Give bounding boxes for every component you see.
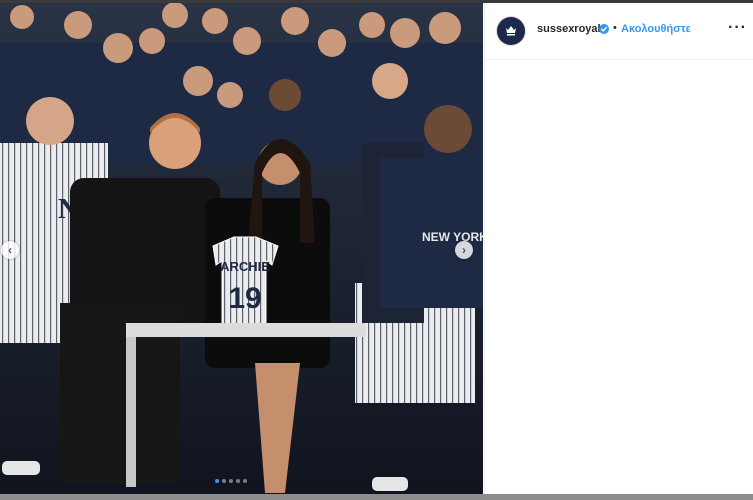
more-options-button[interactable]: ··· bbox=[728, 19, 747, 37]
bottom-border bbox=[0, 494, 753, 500]
carousel-dot bbox=[222, 479, 226, 483]
carousel-indicator bbox=[215, 479, 247, 483]
jersey-name: ARCHIE bbox=[220, 259, 270, 274]
verified-badge-icon bbox=[599, 24, 609, 34]
jersey-number: 19 bbox=[228, 282, 261, 315]
chevron-left-icon: ‹ bbox=[8, 243, 12, 257]
shirt-print: NEW YORK bbox=[422, 230, 483, 244]
carousel-prev-button[interactable]: ‹ bbox=[1, 241, 19, 259]
follow-button[interactable]: Ακολουθήστε bbox=[621, 23, 691, 35]
post-header: sussexroyal • Ακολουθήστε ··· bbox=[485, 3, 753, 60]
carousel-dot bbox=[215, 479, 219, 483]
separator-bullet: • bbox=[613, 22, 617, 34]
crown-monogram-icon bbox=[506, 26, 516, 36]
team-photo-illustration: NY NEW YORK ARCHIE 19 bbox=[0, 3, 483, 494]
carousel-dot bbox=[236, 479, 240, 483]
carousel-next-button[interactable]: › bbox=[455, 241, 473, 259]
post-photo[interactable]: NY NEW YORK ARCHIE 19 bbox=[0, 3, 483, 494]
avatar[interactable] bbox=[497, 17, 525, 45]
carousel-dot bbox=[243, 479, 247, 483]
instagram-post-window: NY NEW YORK ARCHIE 19 bbox=[0, 0, 753, 500]
post-sidebar: sussexroyal • Ακολουθήστε ··· bbox=[484, 3, 753, 494]
carousel-dot bbox=[229, 479, 233, 483]
username-link[interactable]: sussexroyal bbox=[537, 23, 601, 35]
chevron-right-icon: › bbox=[462, 243, 466, 257]
